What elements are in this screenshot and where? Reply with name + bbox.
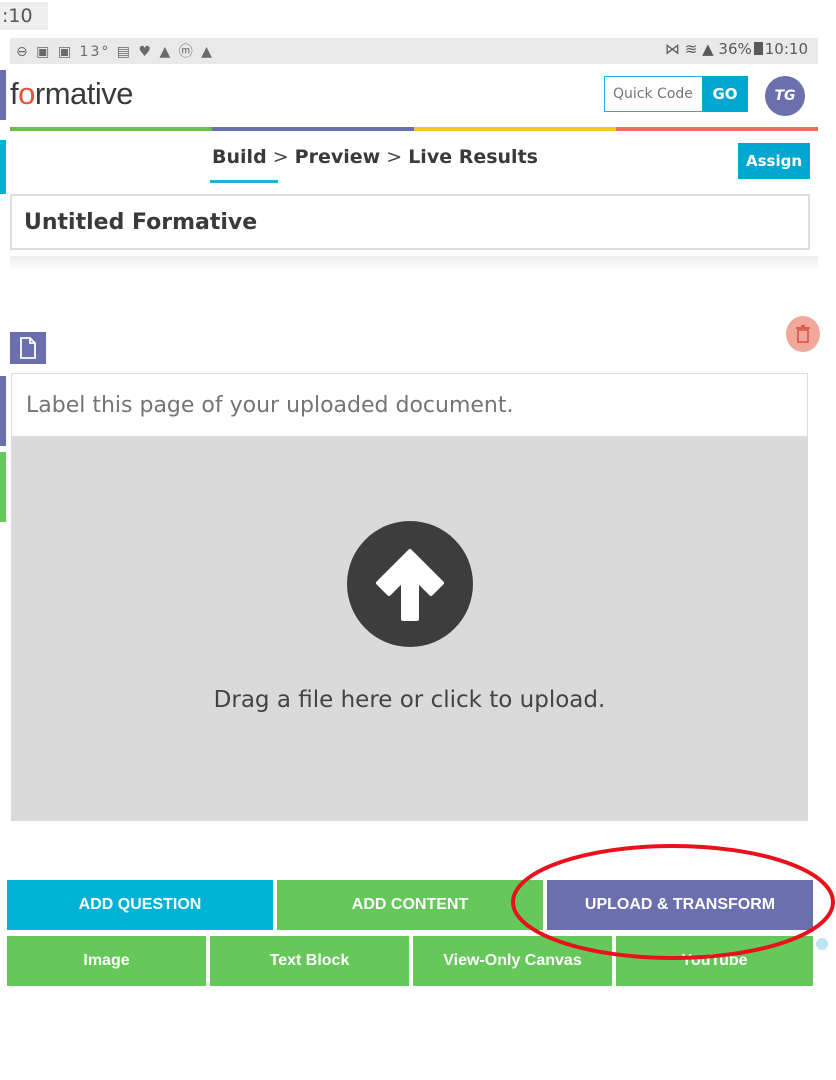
status-time: 10:10 bbox=[764, 40, 808, 58]
edge-fragment bbox=[0, 140, 6, 194]
edge-fragment bbox=[0, 376, 6, 446]
view-only-canvas-button[interactable]: View-Only Canvas bbox=[413, 936, 612, 986]
add-content-button[interactable]: ADD CONTENT bbox=[277, 880, 543, 930]
breadcrumb-separator: > bbox=[380, 146, 409, 168]
upload-arrow-icon bbox=[347, 521, 473, 647]
stripe-segment bbox=[10, 127, 212, 131]
edge-fragment bbox=[0, 70, 6, 120]
stripe-segment bbox=[414, 127, 616, 131]
delete-icon[interactable] bbox=[786, 316, 820, 352]
add-question-button[interactable]: ADD QUESTION bbox=[7, 880, 273, 930]
stripe-segment bbox=[616, 127, 818, 131]
go-button[interactable]: GO bbox=[702, 76, 748, 112]
upload-dropzone[interactable]: Drag a file here or click to upload. bbox=[11, 437, 808, 821]
tab-live-results[interactable]: Live Results bbox=[408, 146, 538, 168]
stripe-segment bbox=[212, 127, 414, 131]
formative-logo[interactable]: formative bbox=[10, 76, 134, 112]
tab-build[interactable]: Build bbox=[212, 146, 267, 168]
battery-level: 36% bbox=[718, 40, 752, 58]
status-notification-icons: ⊖ ▣ ▣ 13° ▤ ♥ ▲ ⓜ ▲ bbox=[16, 44, 214, 60]
document-icon bbox=[10, 332, 46, 364]
battery-icon bbox=[753, 42, 763, 55]
upload-transform-button[interactable]: UPLOAD & TRANSFORM bbox=[547, 880, 813, 930]
text-block-button[interactable]: Text Block bbox=[210, 936, 409, 986]
status-bar: ⊖ ▣ ▣ 13° ▤ ♥ ▲ ⓜ ▲ ⋈ ≋ ▲ 36% 10:10 bbox=[10, 38, 818, 64]
assign-button[interactable]: Assign bbox=[738, 143, 810, 179]
scroll-indicator bbox=[816, 938, 828, 950]
outer-time: :10 bbox=[0, 2, 48, 30]
signal-icon: ⋈ ≋ ▲ bbox=[665, 40, 714, 58]
youtube-button[interactable]: YouTube bbox=[616, 936, 813, 986]
breadcrumb-separator: > bbox=[266, 146, 295, 168]
edge-fragment bbox=[0, 452, 6, 522]
upload-instructions: Drag a file here or click to upload. bbox=[213, 687, 606, 713]
breadcrumb: Build > Preview > Live Results bbox=[10, 146, 740, 168]
color-stripe bbox=[10, 127, 818, 131]
active-tab-underline bbox=[210, 180, 278, 183]
tab-preview[interactable]: Preview bbox=[295, 146, 381, 168]
status-right: ⋈ ≋ ▲ 36% 10:10 bbox=[665, 40, 808, 58]
header-shadow bbox=[10, 256, 818, 270]
page-label-input[interactable] bbox=[11, 373, 808, 437]
quick-code-input[interactable] bbox=[604, 76, 702, 112]
formative-title[interactable]: Untitled Formative bbox=[10, 194, 810, 250]
avatar[interactable]: TG bbox=[765, 76, 805, 116]
image-button[interactable]: Image bbox=[7, 936, 206, 986]
